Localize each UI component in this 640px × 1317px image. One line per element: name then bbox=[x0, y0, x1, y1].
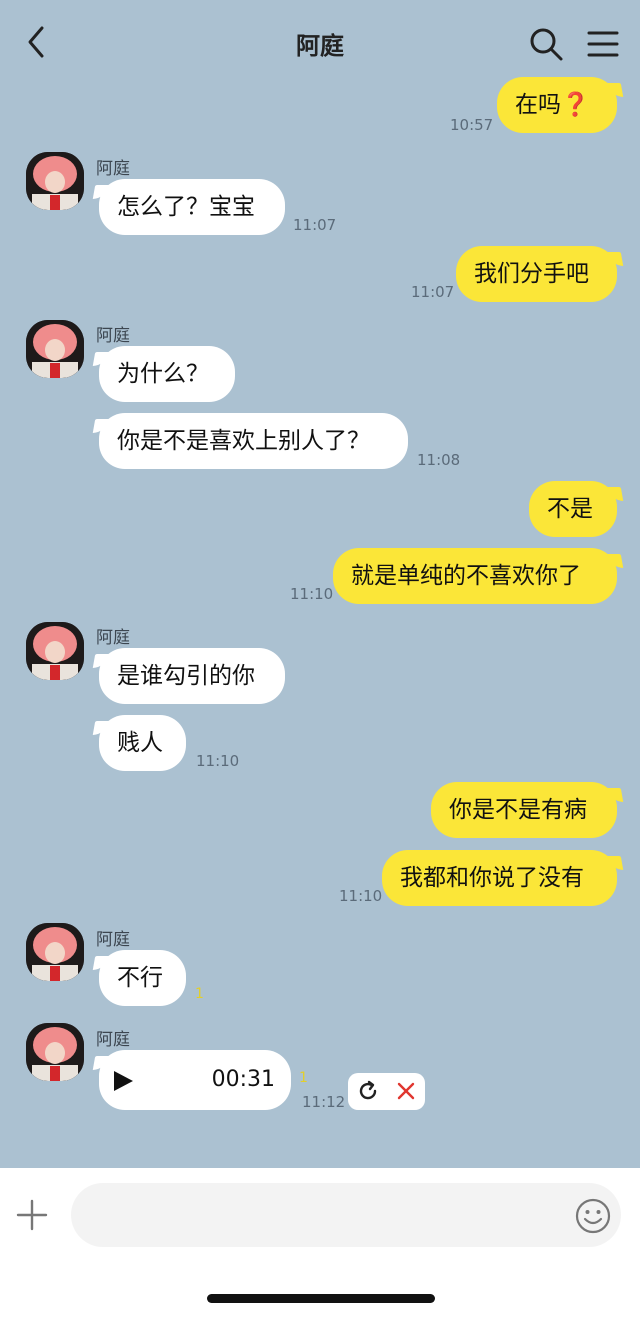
contact-avatar[interactable] bbox=[26, 320, 84, 378]
question-emoji-icon: ❓ bbox=[561, 92, 590, 118]
message-input-wrapper bbox=[71, 1183, 621, 1249]
message-text: 你是不是喜欢上别人了？ bbox=[117, 428, 370, 454]
home-indicator bbox=[207, 1294, 435, 1303]
voice-duration: 00:31 bbox=[211, 1067, 275, 1092]
retry-icon[interactable] bbox=[356, 1079, 380, 1103]
message-text: 怎么了？宝宝 bbox=[117, 194, 255, 220]
message-time: 10:57 bbox=[450, 116, 494, 134]
plus-icon[interactable] bbox=[16, 1199, 48, 1231]
message-text: 你是不是有病 bbox=[449, 797, 587, 823]
contact-avatar[interactable] bbox=[26, 1023, 84, 1081]
message-time: 11:10 bbox=[339, 887, 383, 905]
message-bubble-outgoing[interactable]: 在吗❓ bbox=[497, 77, 617, 133]
message-text: 就是单纯的不喜欢你了 bbox=[351, 563, 581, 589]
message-time: 11:10 bbox=[196, 752, 240, 770]
cancel-icon[interactable] bbox=[394, 1079, 418, 1103]
menu-icon[interactable] bbox=[586, 28, 620, 60]
message-bubble-outgoing[interactable]: 我们分手吧 bbox=[456, 246, 617, 302]
message-text: 我们分手吧 bbox=[474, 261, 589, 287]
message-bubble-incoming[interactable]: 为什么？ bbox=[99, 346, 235, 402]
message-text: 贱人 bbox=[117, 730, 163, 756]
search-icon[interactable] bbox=[528, 26, 564, 62]
message-time: 11:07 bbox=[411, 283, 455, 301]
message-bubble-outgoing[interactable]: 不是 bbox=[529, 481, 617, 537]
emoji-icon[interactable] bbox=[574, 1197, 612, 1235]
message-bubble-incoming[interactable]: 是谁勾引的你 bbox=[99, 648, 285, 704]
contact-name: 阿庭 bbox=[96, 628, 130, 648]
message-time: 11:07 bbox=[293, 216, 337, 234]
message-bubble-outgoing[interactable]: 你是不是有病 bbox=[431, 782, 617, 838]
message-bubble-incoming[interactable]: 贱人 bbox=[99, 715, 186, 771]
contact-avatar[interactable] bbox=[26, 622, 84, 680]
message-text: 不行 bbox=[117, 965, 163, 991]
message-text: 我都和你说了没有 bbox=[400, 865, 584, 891]
send-failed-actions bbox=[348, 1073, 425, 1110]
voice-message[interactable]: 00:31 bbox=[99, 1050, 291, 1110]
message-input[interactable] bbox=[95, 1183, 569, 1249]
unread-count: 1 bbox=[299, 1070, 308, 1086]
contact-name: 阿庭 bbox=[96, 1030, 130, 1050]
message-time: 11:10 bbox=[290, 585, 334, 603]
message-time: 11:08 bbox=[417, 451, 461, 469]
message-text: 在吗 bbox=[515, 92, 561, 118]
message-bubble-incoming[interactable]: 怎么了？宝宝 bbox=[99, 179, 285, 235]
unread-count: 1 bbox=[195, 986, 204, 1002]
input-bar bbox=[0, 1168, 640, 1317]
message-bubble-outgoing[interactable]: 我都和你说了没有 bbox=[382, 850, 617, 906]
contact-name: 阿庭 bbox=[96, 326, 130, 346]
contact-name: 阿庭 bbox=[96, 930, 130, 950]
message-bubble-incoming[interactable]: 不行 bbox=[99, 950, 186, 1006]
message-text: 不是 bbox=[547, 496, 593, 522]
message-time: 11:12 bbox=[302, 1093, 346, 1111]
message-bubble-outgoing[interactable]: 就是单纯的不喜欢你了 bbox=[333, 548, 617, 604]
message-text: 是谁勾引的你 bbox=[117, 663, 255, 689]
message-bubble-incoming[interactable]: 你是不是喜欢上别人了？ bbox=[99, 413, 408, 469]
message-text: 为什么？ bbox=[117, 361, 209, 387]
contact-avatar[interactable] bbox=[26, 152, 84, 210]
contact-avatar[interactable] bbox=[26, 923, 84, 981]
play-icon[interactable] bbox=[111, 1069, 135, 1093]
contact-name: 阿庭 bbox=[96, 159, 130, 179]
